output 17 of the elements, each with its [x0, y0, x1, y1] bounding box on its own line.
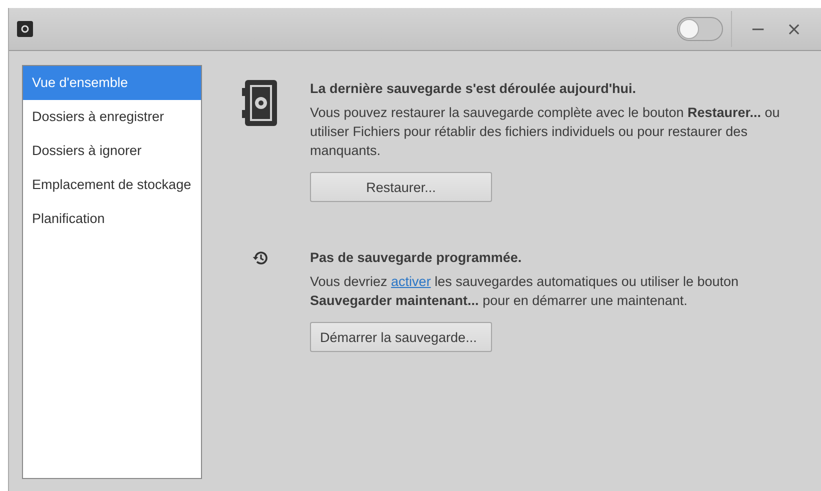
close-button[interactable]: ×: [776, 14, 812, 44]
history-icon: [252, 250, 268, 266]
minimize-button[interactable]: −: [740, 14, 776, 44]
restore-button[interactable]: Restaurer...: [310, 172, 492, 202]
section-description: Vous pouvez restaurer la sauvegarde complète avec le bouton Restaurer... ou utiliser Fichiers pour rétablir des fichiers individuels ou pour restaurer des manquants.: [310, 104, 781, 160]
section-title: Pas de sauvegarde programmée.: [310, 250, 522, 265]
sidebar-item[interactable]: Planification: [23, 202, 201, 236]
toggle-switch[interactable]: [677, 17, 723, 41]
sidebar-item[interactable]: Dossiers à ignorer: [23, 134, 201, 168]
sidebar-item[interactable]: Emplacement de stockage: [23, 168, 201, 202]
sidebar-item[interactable]: Dossiers à enregistrer: [23, 100, 201, 134]
app-icon[interactable]: [17, 21, 33, 37]
section-description: Vous devriez activer les sauvegardes automatiques ou utiliser le bouton Sauvegarder maintenant... pour en démarrer une maintenant.: [310, 273, 740, 310]
safe-icon: [242, 79, 278, 127]
section-title: La dernière sauvegarde s'est déroulée aujourd'hui.: [310, 81, 636, 96]
sidebar-item[interactable]: Vue d'ensemble: [23, 66, 201, 100]
start-backup-button[interactable]: Démarrer la sauvegarde...: [310, 322, 492, 352]
